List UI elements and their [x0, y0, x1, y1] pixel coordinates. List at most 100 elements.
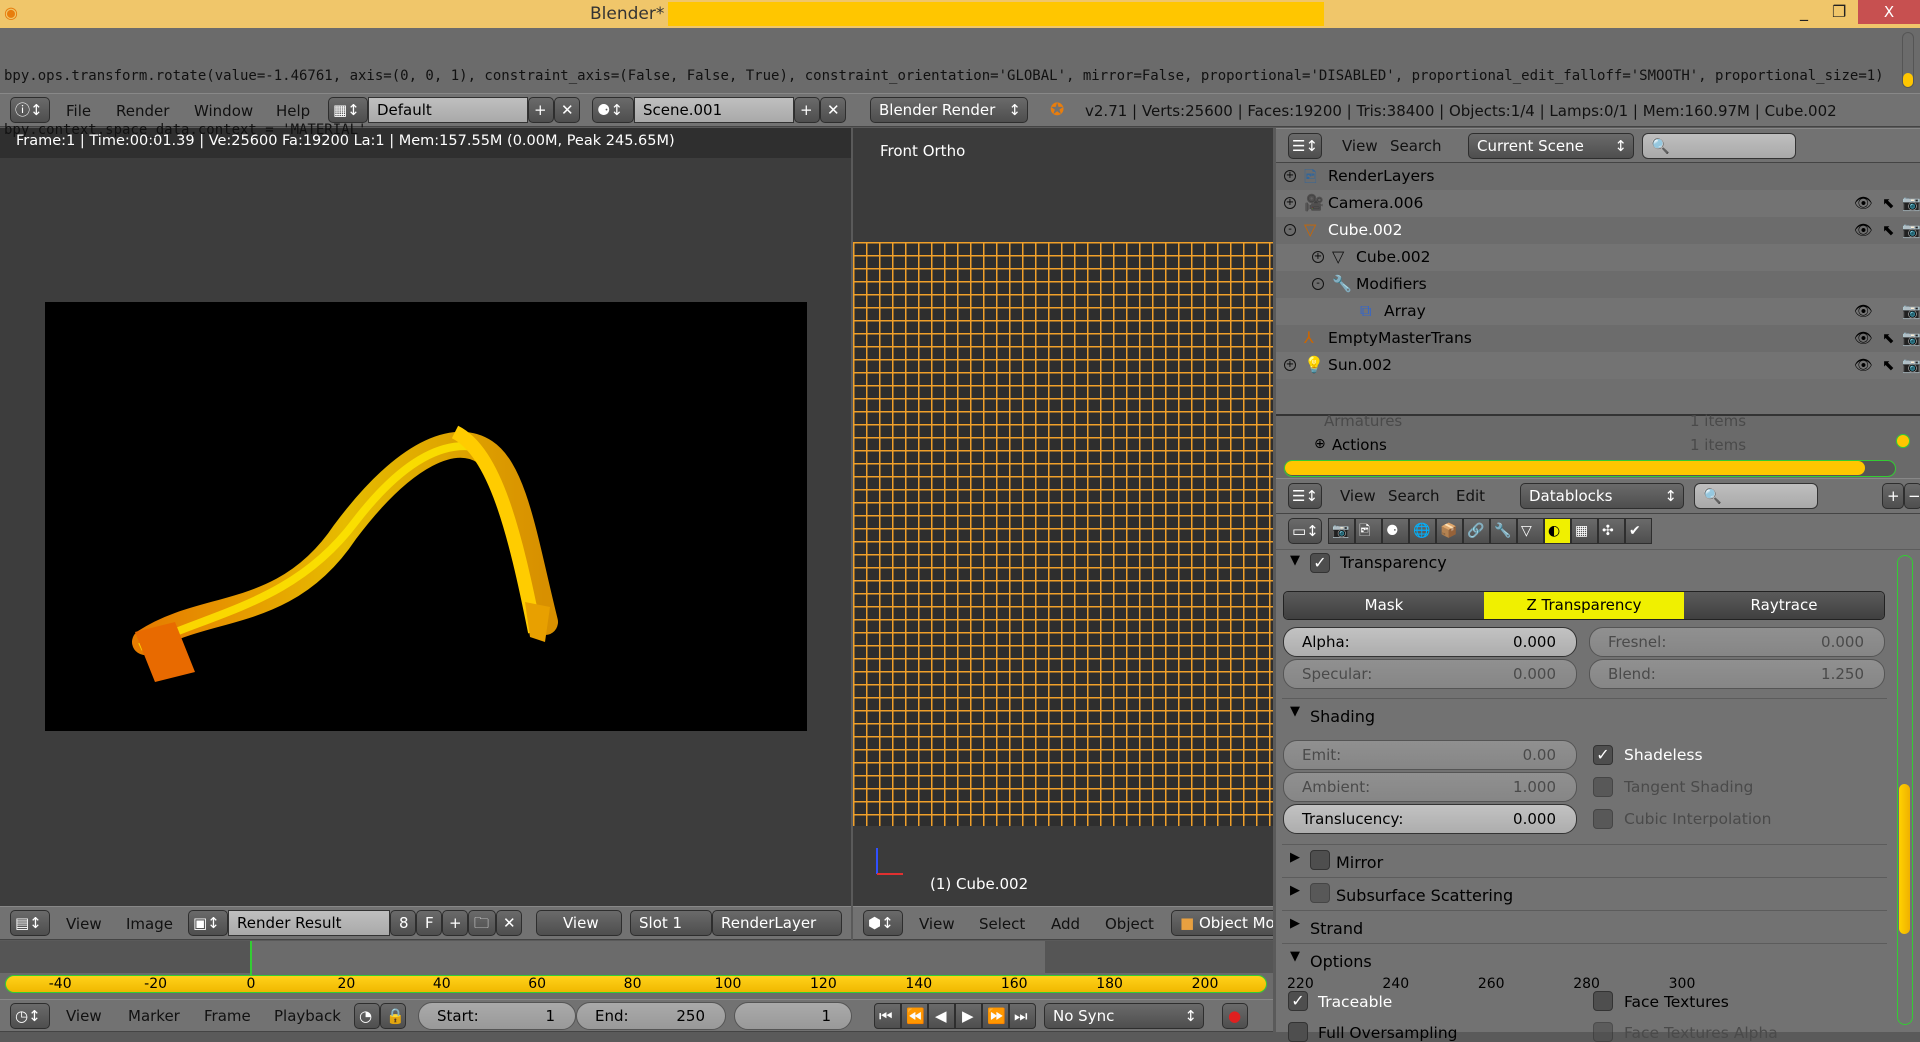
- editor-type-button[interactable]: ⬢↕: [863, 910, 903, 936]
- shadeless-checkbox[interactable]: ✓: [1593, 745, 1613, 765]
- datablock-row-label[interactable]: Armatures: [1324, 412, 1402, 430]
- shading-panel-header[interactable]: ▼ Shading: [1282, 698, 1887, 728]
- minimize-button[interactable]: _: [1800, 2, 1808, 21]
- tab-physics-icon[interactable]: ✔: [1625, 518, 1652, 544]
- collapse-triangle-icon[interactable]: ▼: [1290, 704, 1300, 719]
- collapse-triangle-icon[interactable]: ▼: [1290, 949, 1300, 964]
- options-panel-header[interactable]: ▼ Options: [1282, 943, 1887, 973]
- outliner-row[interactable]: + ▽ Cube.002: [1276, 244, 1920, 271]
- lock-icon[interactable]: 🔒: [380, 1003, 406, 1029]
- outliner-item-label[interactable]: Camera.006: [1328, 194, 1423, 212]
- alpha-field[interactable]: Alpha: 0.000: [1283, 627, 1577, 657]
- current-frame-line[interactable]: [250, 941, 252, 975]
- outliner[interactable]: ☰↕ View Search Current Scene ↕ 🔍 + 🖻 Render…: [1276, 128, 1920, 478]
- console-scrollbar[interactable]: [1902, 32, 1914, 88]
- view-mode-dropdown[interactable]: View: [536, 910, 622, 936]
- outliner-row[interactable]: ⅄ EmptyMasterTrans 👁 ⬉ 📷: [1276, 325, 1920, 352]
- properties-scrollbar[interactable]: [1897, 555, 1913, 1025]
- editor-type-button[interactable]: ☰↕: [1288, 483, 1322, 509]
- outliner-item-label[interactable]: EmptyMasterTrans: [1328, 329, 1472, 347]
- editor-type-button[interactable]: ▤↕: [10, 910, 50, 936]
- tab-modifiers-icon[interactable]: 🔧: [1490, 518, 1517, 544]
- tab-material-icon[interactable]: ◐: [1544, 518, 1571, 544]
- cursor-select-icon[interactable]: ⬉: [1882, 356, 1895, 374]
- menu-select[interactable]: Select: [979, 915, 1025, 933]
- menu-add[interactable]: Add: [1051, 915, 1080, 933]
- render-camera-icon[interactable]: 📷: [1902, 356, 1920, 374]
- cursor-select-icon[interactable]: ⬉: [1882, 194, 1895, 212]
- ambient-field[interactable]: Ambient: 1.000: [1283, 772, 1577, 802]
- add-button[interactable]: +: [1882, 483, 1904, 509]
- start-frame-field[interactable]: Start: 1: [418, 1002, 576, 1030]
- menu-object[interactable]: Object: [1105, 915, 1154, 933]
- outliner-row[interactable]: + 🎥 Camera.006 👁 ⬉ 📷: [1276, 190, 1920, 217]
- eye-icon[interactable]: 👁: [1854, 302, 1873, 320]
- play-icon[interactable]: ▶: [955, 1003, 982, 1029]
- editor-type-button[interactable]: ◷↕: [10, 1003, 50, 1029]
- datablock-row-label[interactable]: Actions: [1332, 436, 1387, 454]
- timeline-ruler[interactable]: -60-40-200204060801001201401601802002202…: [5, 975, 1695, 993]
- collapse-triangle-icon[interactable]: ▼: [1290, 553, 1300, 568]
- image-browse-button[interactable]: ▣↕: [188, 910, 228, 936]
- tab-object-icon[interactable]: 📦: [1436, 518, 1463, 544]
- face-textures-checkbox[interactable]: [1593, 991, 1613, 1011]
- next-keyframe-icon[interactable]: ⏩: [982, 1003, 1009, 1029]
- outliner-row[interactable]: + 💡 Sun.002 👁 ⬉ 📷: [1276, 352, 1920, 379]
- emit-field[interactable]: Emit: 0.00: [1283, 740, 1577, 770]
- tab-world-icon[interactable]: 🌐: [1409, 518, 1436, 544]
- outliner-item-label[interactable]: Cube.002: [1328, 221, 1403, 239]
- sss-panel-header[interactable]: ▶ Subsurface Scattering: [1282, 877, 1887, 907]
- properties-search-input[interactable]: 🔍: [1694, 483, 1818, 509]
- cursor-select-icon[interactable]: ⬉: [1882, 329, 1895, 347]
- menu-view[interactable]: View: [1340, 487, 1376, 505]
- tab-scene-icon[interactable]: ⚈: [1382, 518, 1409, 544]
- collapse-icon[interactable]: -: [1284, 224, 1296, 236]
- fake-user-button[interactable]: F: [416, 910, 442, 936]
- prev-keyframe-icon[interactable]: ⏪: [901, 1003, 928, 1029]
- tab-texture-icon[interactable]: ▦: [1571, 518, 1598, 544]
- current-frame-field[interactable]: 1: [734, 1002, 852, 1030]
- scroll-indicator[interactable]: [1896, 434, 1910, 448]
- sss-checkbox[interactable]: [1310, 883, 1330, 903]
- jump-end-icon[interactable]: ⏭: [1009, 1003, 1036, 1029]
- cursor-select-icon[interactable]: ⬉: [1882, 221, 1895, 239]
- eye-icon[interactable]: 👁: [1854, 194, 1873, 212]
- mirror-checkbox[interactable]: [1310, 850, 1330, 870]
- image-users-count[interactable]: 8: [390, 910, 416, 936]
- mode-mask-button[interactable]: Mask: [1284, 592, 1484, 619]
- datablocks-scrollbar[interactable]: [1284, 460, 1896, 477]
- play-reverse-icon[interactable]: ◀: [928, 1003, 955, 1029]
- outliner-item-label[interactable]: Modifiers: [1356, 275, 1427, 293]
- transparency-panel-header[interactable]: ▼ ✓ Transparency: [1282, 548, 1887, 578]
- translucency-field[interactable]: Translucency: 0.000: [1283, 804, 1577, 834]
- expand-triangle-icon[interactable]: ▶: [1290, 883, 1300, 898]
- transparency-checkbox[interactable]: ✓: [1310, 553, 1330, 573]
- datablocks-dropdown[interactable]: Datablocks ↕: [1520, 483, 1684, 509]
- render-camera-icon[interactable]: 📷: [1902, 329, 1920, 347]
- remove-button[interactable]: −: [1904, 483, 1920, 509]
- expand-icon[interactable]: +: [1284, 197, 1296, 209]
- image-name-field[interactable]: Render Result: [228, 910, 390, 936]
- eye-icon[interactable]: 👁: [1854, 221, 1873, 239]
- collapse-icon[interactable]: -: [1312, 278, 1324, 290]
- tab-particles-icon[interactable]: ✣: [1598, 518, 1625, 544]
- outliner-item-label[interactable]: Sun.002: [1328, 356, 1392, 374]
- outliner-item-label[interactable]: Cube.002: [1356, 248, 1431, 266]
- tab-mesh-data-icon[interactable]: ▽: [1517, 518, 1544, 544]
- tab-render-layers-icon[interactable]: 🖻: [1355, 518, 1382, 544]
- render-camera-icon[interactable]: 📷: [1902, 302, 1920, 320]
- tangent-shading-checkbox[interactable]: [1593, 777, 1613, 797]
- render-camera-icon[interactable]: 📷: [1902, 194, 1920, 212]
- traceable-checkbox[interactable]: ✓: [1288, 991, 1308, 1011]
- menu-view[interactable]: View: [66, 915, 102, 933]
- outliner-row[interactable]: ⧉ Array 👁 📷: [1276, 298, 1920, 325]
- menu-frame[interactable]: Frame: [204, 1007, 251, 1025]
- menu-search[interactable]: Search: [1388, 487, 1440, 505]
- strand-panel-header[interactable]: ▶ Strand: [1282, 910, 1887, 940]
- menu-view[interactable]: View: [66, 1007, 102, 1025]
- fresnel-field[interactable]: Fresnel: 0.000: [1589, 627, 1885, 657]
- preview-range-icon[interactable]: ◔: [354, 1003, 380, 1029]
- blend-field[interactable]: Blend: 1.250: [1589, 659, 1885, 689]
- expand-triangle-icon[interactable]: ▶: [1290, 916, 1300, 931]
- menu-playback[interactable]: Playback: [274, 1007, 341, 1025]
